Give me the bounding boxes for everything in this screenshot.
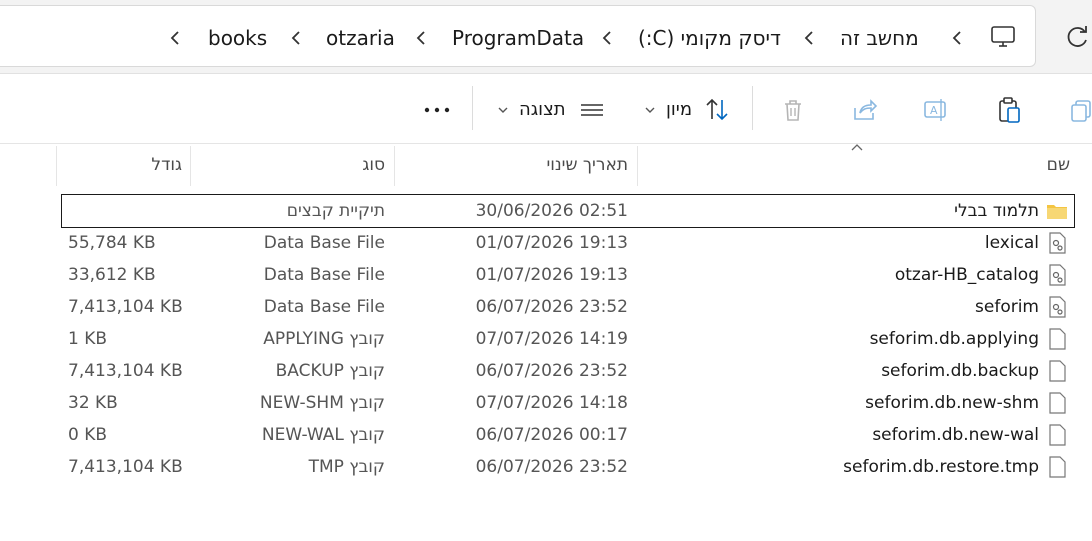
file-icon [1049, 328, 1066, 350]
file-size: 1 KB [68, 329, 108, 349]
file-type: Data Base File [263, 297, 385, 317]
file-size: 7,413,104 KB [68, 457, 183, 477]
computer-icon[interactable] [990, 25, 1016, 49]
svg-text:A: A [930, 104, 938, 117]
file-name: seforim.db.applying [869, 329, 1039, 349]
file-name: seforim.db.restore.tmp [843, 457, 1039, 477]
file-row[interactable]: seforim.db.restore.tmp 06/07/2026 23:52 … [62, 451, 1074, 483]
file-size: 0 KB [68, 425, 108, 445]
refresh-icon[interactable] [1063, 23, 1091, 51]
file-date: 06/07/2026 23:52 [475, 361, 628, 381]
column-separator [637, 146, 638, 186]
file-icon [1049, 456, 1066, 478]
file-row[interactable]: seforim 06/07/2026 23:52 Data Base File … [62, 291, 1074, 323]
file-date: 07/07/2026 14:18 [475, 393, 628, 413]
breadcrumb-local-disk[interactable]: דיסק מקומי (C:) [638, 24, 781, 52]
view-button[interactable]: תצוגה [519, 96, 566, 124]
file-name: otzar-HB_catalog [894, 265, 1039, 285]
breadcrumb-books[interactable]: books [208, 24, 267, 52]
chevron-left-icon[interactable] [289, 26, 303, 50]
more-options-icon[interactable] [422, 96, 452, 124]
chevron-left-icon[interactable] [168, 26, 182, 50]
address-bar-region: books otzaria ProgramData דיסק מקומי (C:… [0, 0, 1092, 74]
file-name: seforim.db.new-shm [865, 393, 1039, 413]
paste-icon[interactable] [995, 96, 1023, 124]
file-type: קובץ NEW-WAL [261, 425, 385, 445]
file-size: 7,413,104 KB [68, 361, 183, 381]
breadcrumb-this-pc[interactable]: מחשב זה [840, 24, 919, 52]
column-separator [394, 146, 395, 186]
file-icon [1049, 360, 1066, 382]
file-row[interactable]: תלמוד בבלי 30/06/2026 02:51 תיקיית קבצים [61, 194, 1075, 228]
delete-icon[interactable] [779, 96, 807, 124]
rename-icon[interactable]: A [922, 96, 950, 124]
file-name: תלמוד בבלי [954, 201, 1039, 221]
column-header-date[interactable]: תאריך שינוי [546, 143, 628, 187]
file-row[interactable]: seforim.db.new-shm 07/07/2026 14:18 קובץ… [62, 387, 1074, 419]
share-icon[interactable] [851, 96, 879, 124]
toolbar-separator [752, 86, 753, 130]
toolbar-separator [472, 86, 473, 130]
command-bar: A מיון תצוגה [0, 74, 1092, 144]
file-name: seforim.db.new-wal [872, 425, 1039, 445]
file-icon [1049, 424, 1066, 446]
file-name: seforim.db.backup [881, 361, 1039, 381]
chevron-down-icon[interactable] [643, 96, 657, 124]
file-type: תיקיית קבצים [286, 201, 385, 221]
file-name: lexical [984, 233, 1039, 253]
file-type: קובץ APPLYING [263, 329, 385, 349]
file-icon [1049, 392, 1066, 414]
file-size: 7,413,104 KB [68, 297, 183, 317]
sort-ascending-icon [851, 144, 863, 151]
file-row[interactable]: otzar-HB_catalog 01/07/2026 19:13 Data B… [62, 259, 1074, 291]
chevron-left-icon[interactable] [950, 26, 964, 50]
file-date: 01/07/2026 19:13 [475, 233, 628, 253]
file-type: קובץ BACKUP [275, 361, 385, 381]
file-date: 30/06/2026 02:51 [475, 201, 628, 221]
view-icon[interactable] [578, 96, 606, 124]
sort-button[interactable]: מיון [666, 96, 692, 124]
file-name: seforim [975, 297, 1039, 317]
chevron-left-icon[interactable] [600, 26, 614, 50]
column-header-name[interactable]: שם [1047, 143, 1070, 187]
file-row[interactable]: seforim.db.new-wal 06/07/2026 00:17 קובץ… [62, 419, 1074, 451]
file-row[interactable]: seforim.db.applying 07/07/2026 14:19 קוב… [62, 323, 1074, 355]
file-type: קובץ NEW-SHM [259, 393, 385, 413]
column-separator [56, 146, 57, 186]
file-date: 06/07/2026 23:52 [475, 297, 628, 317]
file-date: 01/07/2026 19:13 [475, 265, 628, 285]
file-date: 06/07/2026 23:52 [475, 457, 628, 477]
copy-icon[interactable] [1068, 96, 1092, 124]
file-type: Data Base File [263, 233, 385, 253]
breadcrumb-otzaria[interactable]: otzaria [326, 24, 395, 52]
database-file-icon [1049, 296, 1066, 318]
column-separator [190, 146, 191, 186]
file-size: 55,784 KB [68, 233, 156, 253]
chevron-left-icon[interactable] [414, 26, 428, 50]
database-file-icon [1049, 264, 1066, 286]
file-type: קובץ TMP [308, 457, 385, 477]
file-row[interactable]: seforim.db.backup 06/07/2026 23:52 קובץ … [62, 355, 1074, 387]
folder-icon [1047, 205, 1067, 219]
column-header-type[interactable]: סוג [362, 143, 385, 187]
database-file-icon [1049, 232, 1066, 254]
file-type: Data Base File [263, 265, 385, 285]
file-date: 06/07/2026 00:17 [475, 425, 628, 445]
column-header-size[interactable]: גודל [151, 143, 182, 187]
file-size: 33,612 KB [68, 265, 156, 285]
chevron-left-icon[interactable] [802, 26, 816, 50]
file-row[interactable]: lexical 01/07/2026 19:13 Data Base File … [62, 227, 1074, 259]
chevron-down-icon[interactable] [496, 96, 510, 124]
sort-icon[interactable] [703, 96, 731, 124]
file-date: 07/07/2026 14:19 [475, 329, 628, 349]
file-size: 32 KB [68, 393, 118, 413]
breadcrumb-programdata[interactable]: ProgramData [452, 24, 584, 52]
